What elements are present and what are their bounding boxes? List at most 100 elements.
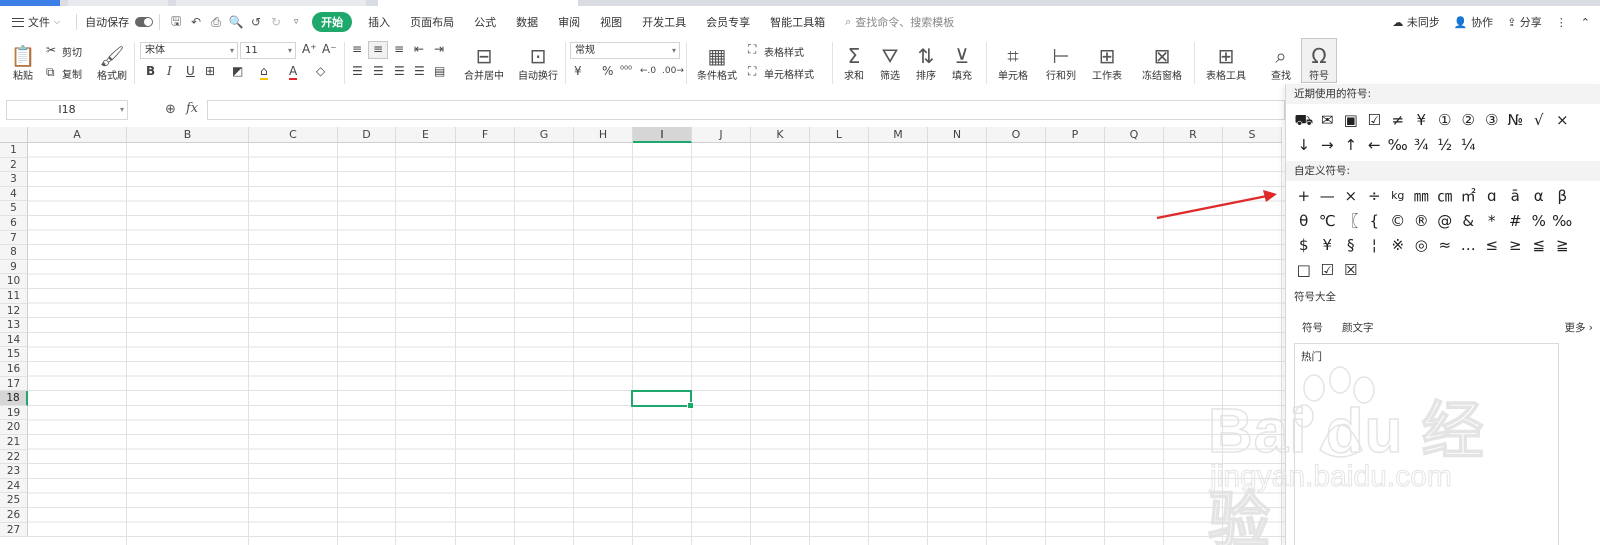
recent-symbol[interactable]: ↑: [1339, 133, 1363, 158]
command-search[interactable]: ⌕ 查找命令、搜索模板: [845, 14, 954, 30]
column-header-i[interactable]: I: [633, 127, 692, 143]
custom-symbol[interactable]: ≈: [1433, 233, 1457, 258]
row-header-15[interactable]: 15: [0, 347, 28, 362]
print-preview-icon[interactable]: 🔍: [228, 15, 244, 29]
autosave-toggle[interactable]: [135, 17, 154, 27]
paste-button[interactable]: 📋 粘贴: [8, 40, 38, 82]
collapse-ribbon-icon[interactable]: ⌃: [1581, 16, 1590, 29]
tab-strip-doc-2[interactable]: [176, 0, 366, 6]
justify-icon[interactable]: ☰: [414, 64, 425, 78]
decrease-decimal-icon[interactable]: .00→: [662, 64, 684, 78]
custom-symbol[interactable]: §: [1339, 233, 1363, 258]
recent-symbol[interactable]: ⛟: [1292, 108, 1316, 133]
row-header-25[interactable]: 25: [0, 493, 28, 508]
recent-symbol[interactable]: ←: [1363, 133, 1387, 158]
indent-icon[interactable]: ⇥: [434, 42, 444, 56]
format-painter-button[interactable]: 🖌 格式刷: [96, 40, 128, 82]
recent-symbol[interactable]: ☑: [1363, 108, 1387, 133]
recent-symbol[interactable]: ×: [1551, 108, 1575, 133]
quick-access-more-icon[interactable]: ▿: [288, 17, 304, 27]
conditional-format-button[interactable]: ▦ 条件格式: [692, 40, 742, 82]
custom-symbol[interactable]: ㎡: [1457, 184, 1481, 209]
symbol-button[interactable]: Ω 符号: [1302, 40, 1336, 82]
print-icon[interactable]: ⎙: [208, 15, 224, 30]
column-header-b[interactable]: B: [127, 127, 249, 143]
recent-symbol[interactable]: ①: [1433, 108, 1457, 133]
tab-member[interactable]: 会员专享: [696, 14, 760, 30]
row-header-20[interactable]: 20: [0, 420, 28, 435]
custom-symbol[interactable]: …: [1457, 233, 1481, 258]
tab-symbols[interactable]: 符号: [1302, 320, 1323, 335]
custom-symbol[interactable]: ≦: [1527, 233, 1551, 258]
more-symbols-link[interactable]: 更多 ›: [1564, 320, 1593, 335]
tab-kaomoji[interactable]: 颜文字: [1342, 320, 1374, 335]
custom-symbol[interactable]: 〖: [1339, 209, 1363, 234]
highlight-icon[interactable]: ⌂: [260, 64, 268, 80]
fill-button[interactable]: ⊻ 填充: [946, 40, 978, 82]
save-icon[interactable]: 🖫: [168, 12, 184, 33]
italic-icon[interactable]: I: [167, 64, 172, 78]
copy-label[interactable]: 复制: [62, 66, 82, 81]
tab-strip-home[interactable]: [0, 0, 60, 6]
column-header-p[interactable]: P: [1046, 127, 1105, 143]
row-header-22[interactable]: 22: [0, 449, 28, 465]
border-icon[interactable]: ⊞: [205, 64, 215, 78]
recent-symbol[interactable]: ▣: [1339, 108, 1363, 133]
table-style-button[interactable]: 表格样式: [764, 44, 804, 59]
tab-smart-toolbox[interactable]: 智能工具箱: [760, 14, 835, 30]
row-header-10[interactable]: 10: [0, 274, 28, 289]
tab-home[interactable]: 开始: [312, 12, 353, 32]
cell-button[interactable]: ⌗ 单元格: [992, 40, 1034, 82]
custom-symbol[interactable]: ©: [1386, 209, 1410, 234]
clear-format-icon[interactable]: ◇: [316, 64, 325, 78]
tab-data[interactable]: 数据: [506, 14, 548, 30]
row-header-24[interactable]: 24: [0, 478, 28, 494]
custom-symbol[interactable]: *: [1480, 209, 1504, 234]
recent-symbol[interactable]: ½: [1433, 133, 1457, 158]
column-header-e[interactable]: E: [396, 127, 456, 143]
recent-symbol[interactable]: ✉: [1316, 108, 1340, 133]
custom-symbol[interactable]: {: [1363, 209, 1387, 234]
share-button[interactable]: ⇪ 分享: [1507, 14, 1542, 30]
freeze-panes-button[interactable]: ⊠ 冻结窗格: [1138, 40, 1186, 82]
align-top-icon[interactable]: ≡: [352, 42, 362, 56]
font-size-select[interactable]: 11: [240, 42, 296, 59]
column-header-l[interactable]: L: [810, 127, 869, 143]
row-header-6[interactable]: 6: [0, 216, 28, 231]
row-header-1[interactable]: 1: [0, 143, 28, 158]
align-left-icon[interactable]: ☰: [352, 64, 363, 78]
custom-symbol[interactable]: %: [1527, 209, 1551, 234]
percent-button[interactable]: %: [602, 64, 613, 78]
custom-symbol[interactable]: kg: [1386, 184, 1410, 209]
row-header-14[interactable]: 14: [0, 332, 28, 348]
column-header-c[interactable]: C: [249, 127, 338, 143]
custom-symbol[interactable]: ≧: [1551, 233, 1575, 258]
cut-label[interactable]: 剪切: [62, 44, 82, 59]
custom-symbol[interactable]: ¥: [1316, 233, 1340, 258]
redo-icon[interactable]: ↻: [268, 15, 284, 29]
row-header-13[interactable]: 13: [0, 318, 28, 333]
column-header-a[interactable]: A: [28, 127, 127, 143]
sync-button[interactable]: ☁ 未同步: [1392, 14, 1440, 30]
custom-symbol[interactable]: ®: [1410, 209, 1434, 234]
column-header-o[interactable]: O: [987, 127, 1046, 143]
row-header-11[interactable]: 11: [0, 289, 28, 304]
cell-area[interactable]: [28, 143, 1285, 545]
custom-symbol[interactable]: ℃: [1316, 209, 1340, 234]
distributed-icon[interactable]: ▤: [434, 64, 445, 78]
row-header-12[interactable]: 12: [0, 303, 28, 319]
custom-symbol[interactable]: &: [1457, 209, 1481, 234]
column-header-s[interactable]: S: [1223, 127, 1282, 143]
tab-formulas[interactable]: 公式: [464, 14, 506, 30]
wrap-text-button[interactable]: ⊡ 自动换行: [514, 40, 562, 82]
recent-symbol[interactable]: ↓: [1292, 133, 1316, 158]
undo-icon[interactable]: ↺: [248, 15, 264, 29]
row-header-21[interactable]: 21: [0, 435, 28, 450]
custom-symbol[interactable]: ㎜: [1410, 184, 1434, 209]
font-name-select[interactable]: 宋体: [140, 42, 238, 59]
sum-button[interactable]: Σ 求和: [838, 40, 870, 82]
custom-symbol[interactable]: ㎝: [1433, 184, 1457, 209]
row-header-4[interactable]: 4: [0, 186, 28, 202]
custom-symbol[interactable]: —: [1316, 184, 1340, 209]
custom-symbol[interactable]: +: [1292, 184, 1316, 209]
